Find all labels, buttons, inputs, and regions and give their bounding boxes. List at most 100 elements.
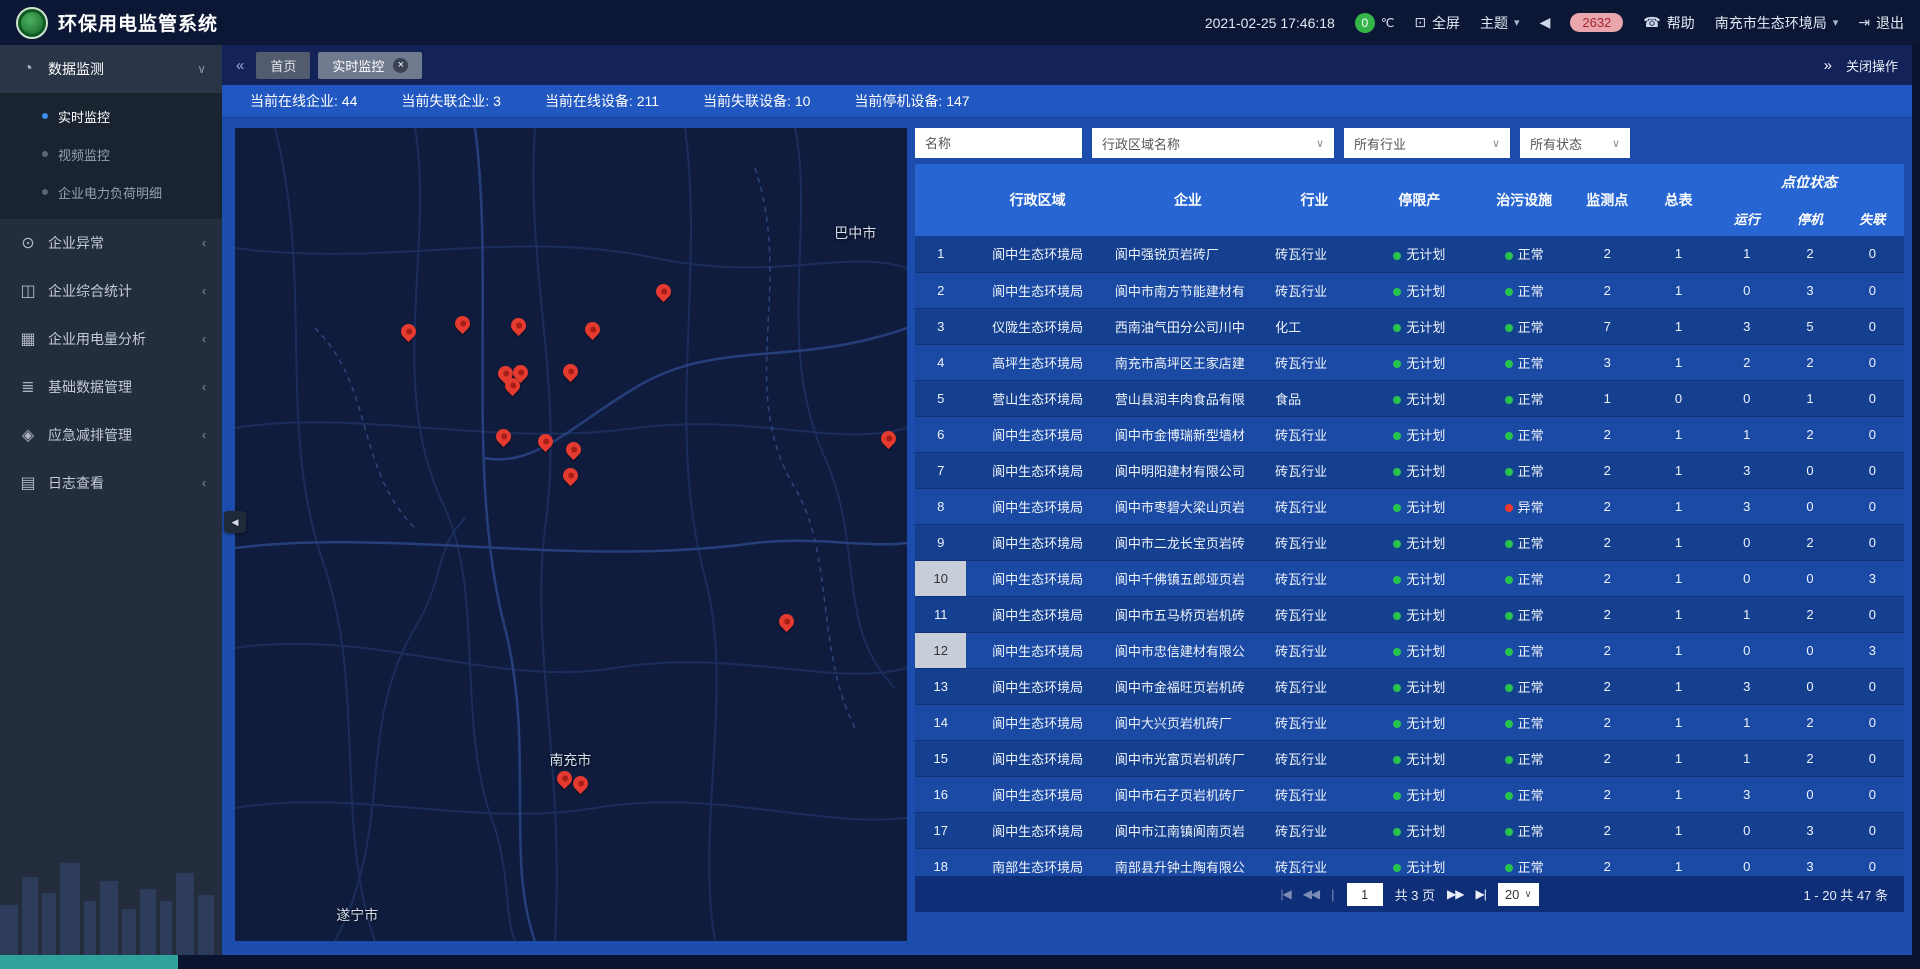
- cell-treatment: 正常: [1477, 236, 1572, 272]
- bottom-accent-strip: [0, 955, 178, 969]
- status-dot-icon: [1505, 504, 1513, 512]
- sidebar-item-video-monitor[interactable]: 视频监控: [0, 135, 222, 173]
- header-index: [915, 164, 966, 236]
- app-title: 环保用电监管系统: [58, 9, 218, 36]
- sidebar-group-data-monitoring[interactable]: ◔数据监测∨: [0, 45, 222, 93]
- stat-item: 当前失联设备: 10: [703, 91, 810, 111]
- table-row[interactable]: 4高坪生态环境局南充市高坪区王家店建砖瓦行业无计划正常31220: [915, 344, 1904, 380]
- map-background: [235, 128, 907, 941]
- sidebar-item-label: 实时监控: [58, 107, 110, 126]
- cell-points: 1: [1572, 380, 1643, 416]
- sidebar-group-power-usage-analysis[interactable]: ▦企业用电量分析‹: [0, 315, 222, 363]
- announcement-icon[interactable]: ◀: [1540, 14, 1551, 31]
- cell-region: 阆中生态环境局: [966, 272, 1108, 308]
- org-dropdown[interactable]: 南充市生态环境局 ▾: [1715, 13, 1839, 33]
- table-row[interactable]: 10阆中生态环境局阆中千佛镇五郎垭页岩砖瓦行业无计划正常21003: [915, 560, 1904, 596]
- name-filter-input[interactable]: [915, 128, 1082, 158]
- page-number-input[interactable]: [1347, 883, 1383, 906]
- table-row[interactable]: 13阆中生态环境局阆中市金福旺页岩机砖砖瓦行业无计划正常21300: [915, 668, 1904, 704]
- row-index: 7: [915, 452, 966, 488]
- tabs-scroll-right-button[interactable]: »: [1824, 57, 1832, 74]
- table-row[interactable]: 8阆中生态环境局阆中市枣碧大梁山页岩砖瓦行业无计划异常21300: [915, 488, 1904, 524]
- table-row[interactable]: 5营山生态环境局营山县润丰肉食品有限食品无计划正常10010: [915, 380, 1904, 416]
- sidebar-group-company-abnormal[interactable]: ⊙企业异常‹: [0, 219, 222, 267]
- theme-dropdown[interactable]: 主题 ▾: [1480, 13, 1520, 33]
- chevron-left-icon: ◀: [232, 517, 239, 528]
- fullscreen-button[interactable]: ⊡ 全屏: [1414, 13, 1460, 33]
- cell-meters: 1: [1643, 452, 1714, 488]
- pagination-bar: |◀ ◀◀ | 共 3 页 ▶▶ ▶| 20 ∨ 1 - 20 共 47 条: [915, 876, 1904, 912]
- sidebar-item-realtime-monitor[interactable]: 实时监控: [0, 97, 222, 135]
- table-row[interactable]: 16阆中生态环境局阆中市石子页岩机砖厂砖瓦行业无计划正常21300: [915, 776, 1904, 812]
- cell-run: 1: [1714, 596, 1779, 632]
- chevron-down-icon: ∨: [1492, 137, 1500, 150]
- cell-company: 阆中千佛镇五郎垭页岩: [1109, 560, 1267, 596]
- sidebar-group-base-data-mgmt[interactable]: ≣基础数据管理‹: [0, 363, 222, 411]
- tabs-scroll-left-button[interactable]: «: [236, 57, 244, 74]
- cell-region: 阆中生态环境局: [966, 452, 1108, 488]
- stat-label: 当前在线企业:: [250, 93, 342, 109]
- row-index: 16: [915, 776, 966, 812]
- cell-company: 阆中市江南镇阆南页岩: [1109, 812, 1267, 848]
- cell-industry: 砖瓦行业: [1267, 704, 1362, 740]
- table-row[interactable]: 1阆中生态环境局阆中强锐页岩砖厂砖瓦行业无计划正常21120: [915, 236, 1904, 272]
- header-points: 监测点: [1572, 164, 1643, 236]
- limit-text: 无计划: [1406, 680, 1445, 695]
- sidebar-item-power-load-detail[interactable]: 企业电力负荷明细: [0, 173, 222, 211]
- treatment-text: 正常: [1518, 572, 1544, 587]
- region-filter-select[interactable]: 行政区域名称 ∨: [1092, 128, 1334, 158]
- map[interactable]: ◀ 巴中市南充市遂宁市: [235, 128, 907, 941]
- database-icon: ≣: [16, 377, 40, 397]
- cell-company: 阆中市二龙长宝页岩砖: [1109, 524, 1267, 560]
- help-button[interactable]: ☎ 帮助: [1643, 13, 1694, 33]
- tabbar-right: » 关闭操作: [1824, 56, 1898, 75]
- status-filter-value: 所有状态: [1530, 134, 1582, 153]
- table-row[interactable]: 11阆中生态环境局阆中市五马桥页岩机砖砖瓦行业无计划正常21120: [915, 596, 1904, 632]
- last-page-button[interactable]: ▶|: [1476, 887, 1486, 901]
- table-row[interactable]: 9阆中生态环境局阆中市二龙长宝页岩砖砖瓦行业无计划正常21020: [915, 524, 1904, 560]
- alert-icon: ⊙: [16, 233, 40, 253]
- notification-count-badge[interactable]: 2632: [1570, 13, 1623, 32]
- status-filter-select[interactable]: 所有状态 ∨: [1520, 128, 1630, 158]
- status-dot-icon: [1505, 288, 1513, 296]
- cell-meters: 1: [1643, 344, 1714, 380]
- first-page-button[interactable]: |◀: [1280, 887, 1290, 901]
- table-row[interactable]: 3仪陇生态环境局西南油气田分公司川中化工无计划正常71350: [915, 308, 1904, 344]
- next-page-button[interactable]: ▶▶: [1447, 887, 1463, 901]
- page-size-select[interactable]: 20 ∨: [1498, 883, 1539, 906]
- treatment-text: 正常: [1518, 644, 1544, 659]
- industry-filter-select[interactable]: 所有行业 ∨: [1344, 128, 1510, 158]
- treatment-text: 正常: [1518, 716, 1544, 731]
- table-row[interactable]: 2阆中生态环境局阆中市南方节能建材有砖瓦行业无计划正常21030: [915, 272, 1904, 308]
- table-row[interactable]: 6阆中生态环境局阆中市金博瑞新型墙材砖瓦行业无计划正常21120: [915, 416, 1904, 452]
- cell-company: 阆中市忠信建材有限公: [1109, 632, 1267, 668]
- table-row[interactable]: 12阆中生态环境局阆中市忠信建材有限公砖瓦行业无计划正常21003: [915, 632, 1904, 668]
- cell-region: 阆中生态环境局: [966, 740, 1108, 776]
- map-collapse-button[interactable]: ◀: [224, 511, 246, 533]
- table-row[interactable]: 18南部生态环境局南部县升钟土陶有限公砖瓦行业无计划正常21030: [915, 848, 1904, 876]
- tab-home[interactable]: 首页: [256, 52, 310, 79]
- table-row[interactable]: 15阆中生态环境局阆中市光富页岩机砖厂砖瓦行业无计划正常21120: [915, 740, 1904, 776]
- table-row[interactable]: 17阆中生态环境局阆中市江南镇阆南页岩砖瓦行业无计划正常21030: [915, 812, 1904, 848]
- limit-text: 无计划: [1406, 608, 1445, 623]
- close-operations-button[interactable]: 关闭操作: [1846, 56, 1898, 75]
- table-row[interactable]: 14阆中生态环境局阆中大兴页岩机砖厂砖瓦行业无计划正常21120: [915, 704, 1904, 740]
- sidebar-group-log-view[interactable]: ▤日志查看‹: [0, 459, 222, 507]
- tab-realtime-monitor[interactable]: 实时监控 ×: [318, 52, 422, 79]
- sidebar-group-company-statistics[interactable]: ◫企业综合统计‹: [0, 267, 222, 315]
- cell-run: 1: [1714, 416, 1779, 452]
- prev-page-button[interactable]: ◀◀: [1303, 887, 1319, 901]
- topbar-right: 2021-02-25 17:46:18 0 ℃ ⊡ 全屏 主题 ▾ ◀ 2632…: [1205, 13, 1904, 33]
- table-row[interactable]: 7阆中生态环境局阆中明阳建材有限公司砖瓦行业无计划正常21300: [915, 452, 1904, 488]
- header-treatment: 治污设施: [1477, 164, 1572, 236]
- stats-icon: ◫: [16, 281, 40, 301]
- cell-treatment: 正常: [1477, 380, 1572, 416]
- theme-label: 主题: [1480, 13, 1508, 33]
- logout-button[interactable]: ⇥ 退出: [1858, 13, 1904, 33]
- close-icon[interactable]: ×: [393, 58, 408, 73]
- cell-industry: 砖瓦行业: [1267, 740, 1362, 776]
- sidebar-group-emergency-mgmt[interactable]: ◈应急减排管理‹: [0, 411, 222, 459]
- cell-meters: 1: [1643, 812, 1714, 848]
- stat-value: 3: [493, 93, 501, 109]
- cell-points: 7: [1572, 308, 1643, 344]
